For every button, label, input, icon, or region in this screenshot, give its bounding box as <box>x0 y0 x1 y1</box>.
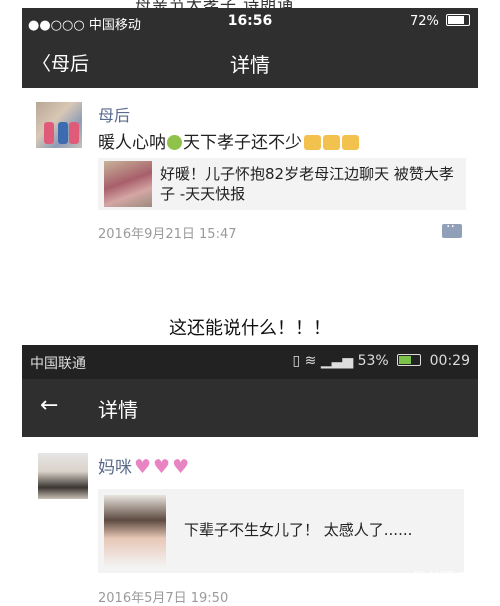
thumbs-up-icon <box>304 135 321 150</box>
signal-icon: ▁▃▅ <box>320 353 354 369</box>
screenshot-2: 中国联通 ▯ ≋ ▁▃▅ 53% 00:29 ← 详情 妈咪 ♥ ♥ ♥ 下辈子不生女… <box>22 345 478 606</box>
nav-bar: ← 详情 <box>22 379 478 437</box>
wifi-icon: ≋ <box>304 353 317 369</box>
post-text-part1: 暖人心呐 <box>98 133 166 153</box>
emoji-icon <box>167 135 182 150</box>
link-thumbnail <box>104 161 152 207</box>
avatar[interactable] <box>36 102 82 148</box>
caption: 这还能说什么！！！ <box>169 318 331 339</box>
moment-post: 妈咪 ♥ ♥ ♥ 下辈子不生女儿了！ 太感人了...... 2016年5月7日 19:… <box>22 437 478 606</box>
link-title: 下辈子不生女儿了！ 太感人了...... <box>184 521 413 539</box>
heart-icon: ♥ <box>134 456 152 478</box>
watermark: 别逗了 <box>411 570 478 595</box>
status-bar: 中国联通 ▯ ≋ ▁▃▅ 53% 00:29 <box>22 345 478 379</box>
comment-icon[interactable] <box>442 219 462 238</box>
thumbs-up-icon <box>323 135 340 150</box>
screenshot-1: ●●○○○ 中国移动 16:56 72% 〈母后 详情 母后 暖人心呐 天下孝子还… <box>22 8 478 248</box>
user-name[interactable]: 母后 <box>98 102 130 126</box>
status-bar: ●●○○○ 中国移动 16:56 72% <box>22 8 478 36</box>
link-title: 好暖！儿子怀抱82岁老母江边聊天 被赞大孝子 -天天快报 <box>160 165 454 203</box>
heart-icon: ♥ <box>153 456 171 478</box>
user-name-row: 妈咪 ♥ ♥ ♥ <box>98 453 189 478</box>
thumbs-up-icon <box>342 135 359 150</box>
nav-bar: 〈母后 详情 <box>22 36 478 88</box>
battery-icon <box>446 14 470 26</box>
moment-post: 母后 暖人心呐 天下孝子还不少 好暖！儿子怀抱82岁老母江边聊天 被赞大孝子 -天… <box>22 88 478 248</box>
avatar[interactable] <box>38 453 88 499</box>
post-timestamp: 2016年9月21日 15:47 <box>98 227 237 242</box>
shared-link-card[interactable]: 下辈子不生女儿了！ 太感人了...... <box>98 489 464 573</box>
vibrate-icon: ▯ <box>292 353 301 369</box>
status-right: ▯ ≋ ▁▃▅ 53% 00:29 <box>292 353 470 369</box>
carrier: 中国联通 <box>30 356 86 372</box>
status-time: 00:29 <box>429 353 470 369</box>
post-timestamp: 2016年5月7日 19:50 <box>98 591 229 606</box>
shared-link-card[interactable]: 好暖！儿子怀抱82岁老母江边聊天 被赞大孝子 -天天快报 <box>98 158 466 210</box>
heart-icon: ♥ <box>172 456 190 478</box>
battery-percent: 53% <box>357 353 389 369</box>
back-arrow-icon[interactable]: ← <box>40 393 58 418</box>
battery-percent: 72% <box>409 14 439 29</box>
battery-status: 72% <box>410 14 470 29</box>
user-name[interactable]: 妈咪 <box>98 458 132 478</box>
post-text: 暖人心呐 天下孝子还不少 <box>98 128 359 153</box>
link-thumbnail <box>104 495 166 567</box>
page-title: 详情 <box>98 398 138 422</box>
post-text-part2: 天下孝子还不少 <box>183 133 302 153</box>
page-title: 详情 <box>230 53 270 77</box>
battery-icon <box>397 354 422 366</box>
